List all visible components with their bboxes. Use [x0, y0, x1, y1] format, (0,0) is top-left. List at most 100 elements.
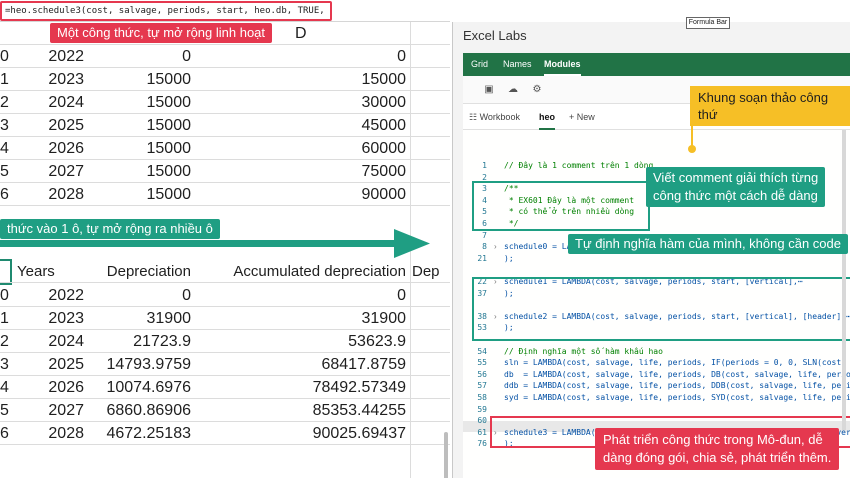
cell-year[interactable]: 2028 [14, 422, 88, 445]
cell-b[interactable]: 15000 [88, 137, 195, 160]
code-line[interactable]: sln = LAMBDA(cost, salvage, life, period… [504, 357, 850, 368]
cell-b[interactable]: 31900 [88, 307, 195, 330]
table-header-row: Years Depreciation Accumulated depreciat… [0, 260, 450, 283]
lambda-callout: Tự định nghĩa hàm của mình, không cần co… [568, 234, 848, 254]
workbook-icon: ☷ [469, 112, 478, 122]
header-depreciation[interactable]: Depreciation [88, 260, 195, 283]
editor-pointer-dot [688, 145, 696, 153]
cell-b[interactable]: 15000 [88, 183, 195, 206]
tab-grid[interactable]: Grid [471, 53, 488, 76]
cell-b[interactable]: 21723.9 [88, 330, 195, 353]
cell-year[interactable]: 2022 [14, 45, 88, 68]
cell-b[interactable]: 15000 [88, 68, 195, 91]
line-number: 59 [477, 404, 487, 414]
cell-c[interactable]: 0 [195, 45, 410, 68]
table-row: 0 2022 0 0 [0, 284, 450, 307]
cell-idx[interactable]: 2 [0, 330, 14, 353]
fold-chevron-icon[interactable]: › [494, 241, 497, 252]
cell-idx[interactable]: 6 [0, 422, 14, 445]
cell-idx[interactable]: 1 [0, 68, 14, 91]
cell-idx[interactable]: 5 [0, 399, 14, 422]
tab-heo[interactable]: heo [539, 110, 556, 130]
line-number: 8 [482, 242, 487, 252]
cell-year[interactable]: 2027 [14, 399, 88, 422]
code-line[interactable]: ); [504, 253, 514, 264]
cell-idx[interactable]: 3 [0, 114, 14, 137]
cell-year[interactable]: 2024 [14, 91, 88, 114]
lambda-outline [472, 277, 850, 341]
cell-c[interactable]: 85353.44255 [195, 399, 410, 422]
cell-idx[interactable]: 6 [0, 183, 14, 206]
line-number: 21 [477, 253, 487, 263]
cell-idx[interactable]: 5 [0, 160, 14, 183]
cell-c[interactable]: 0 [195, 284, 410, 307]
cell-c[interactable]: 90025.69437 [195, 422, 410, 445]
table-row: 0 2022 0 0 [0, 45, 450, 68]
cell-year[interactable]: 2026 [14, 137, 88, 160]
cell-year[interactable]: 2025 [14, 114, 88, 137]
code-line[interactable]: db = LAMBDA(cost, salvage, life, periods… [504, 369, 850, 380]
tab-names[interactable]: Names [503, 53, 532, 76]
comment-callout: Viết comment giải thích từng công thức m… [646, 167, 826, 207]
cell-b[interactable]: 15000 [88, 114, 195, 137]
table-row: 3 2025 14793.9759 68417.8759 [0, 353, 450, 376]
save-icon[interactable]: ▣ [483, 84, 495, 96]
cell-b[interactable]: 4672.25183 [88, 422, 195, 445]
header-dep[interactable]: Dep [410, 260, 450, 283]
pane-title: Excel Labs [463, 28, 527, 43]
header-years[interactable]: Years [14, 260, 88, 283]
cell-b[interactable]: 15000 [88, 160, 195, 183]
code-line[interactable]: syd = LAMBDA(cost, salvage, life, period… [504, 392, 850, 403]
cell-c[interactable]: 68417.8759 [195, 353, 410, 376]
cell-b[interactable]: 0 [88, 45, 195, 68]
cell-year[interactable]: 2023 [14, 307, 88, 330]
cell-year[interactable]: 2028 [14, 183, 88, 206]
table-row: 6 2028 4672.25183 90025.69437 [0, 422, 450, 445]
cell-idx[interactable]: 0 [0, 284, 14, 307]
cell-b[interactable]: 0 [88, 284, 195, 307]
cell-year[interactable]: 2025 [14, 353, 88, 376]
cell-c[interactable]: 31900 [195, 307, 410, 330]
cell-c[interactable]: 75000 [195, 160, 410, 183]
cell-year[interactable]: 2023 [14, 68, 88, 91]
code-line[interactable]: ddb = LAMBDA(cost, salvage, life, period… [504, 380, 850, 391]
comment-outline [472, 181, 650, 231]
cell-c[interactable]: 78492.57349 [195, 376, 410, 399]
tab-workbook[interactable]: ☷ Workbook [469, 110, 520, 124]
line-number: 55 [477, 358, 487, 368]
cell-year[interactable]: 2024 [14, 330, 88, 353]
cell-idx[interactable]: 0 [0, 45, 14, 68]
header-accumulated[interactable]: Accumulated depreciation [195, 260, 410, 283]
cell-year[interactable]: 2026 [14, 376, 88, 399]
cell-b[interactable]: 6860.86906 [88, 399, 195, 422]
cell-idx[interactable]: 4 [0, 137, 14, 160]
cell-year[interactable]: 2027 [14, 160, 88, 183]
line-number: 1 [482, 161, 487, 170]
pane-scrollbar[interactable] [842, 130, 846, 430]
settings-icon[interactable]: ⚙ [531, 84, 543, 96]
cell-idx[interactable]: 1 [0, 307, 14, 330]
table-row: 2 2024 21723.9 53623.9 [0, 330, 450, 353]
cell-year[interactable]: 2022 [14, 284, 88, 307]
cell-b[interactable]: 10074.6976 [88, 376, 195, 399]
new-module-button[interactable]: + New [569, 110, 595, 124]
cell-c[interactable]: 60000 [195, 137, 410, 160]
cell-c[interactable]: 53623.9 [195, 330, 410, 353]
code-line[interactable]: // Đây là 1 comment trên 1 dòng [504, 160, 653, 171]
cell-c[interactable]: 90000 [195, 183, 410, 206]
cell-idx[interactable]: 2 [0, 91, 14, 114]
cell-b[interactable]: 14793.9759 [88, 353, 195, 376]
cell-c[interactable]: 30000 [195, 91, 410, 114]
vertical-scrollbar[interactable] [444, 432, 448, 478]
cell-idx[interactable]: 4 [0, 376, 14, 399]
pane-nav-bar: Grid Names Modules [463, 53, 850, 76]
cell-c[interactable]: 45000 [195, 114, 410, 137]
tab-modules[interactable]: Modules [544, 53, 581, 76]
formula-input[interactable]: =heo.schedule3(cost, salvage, periods, s… [0, 1, 332, 21]
cell-b[interactable]: 15000 [88, 91, 195, 114]
cell-idx[interactable]: 3 [0, 353, 14, 376]
cloud-upload-icon[interactable]: ☁ [507, 84, 519, 96]
cell-c[interactable]: 15000 [195, 68, 410, 91]
table-row: 4 2026 15000 60000 [0, 137, 450, 160]
code-line[interactable]: // Định nghĩa một số hàm khấu hao [504, 346, 663, 357]
